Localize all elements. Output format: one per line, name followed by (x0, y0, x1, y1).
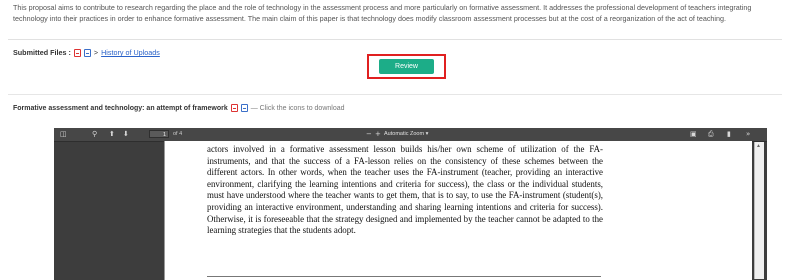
viewer-scrollbar[interactable]: ▲ (754, 142, 764, 279)
next-page-icon[interactable]: ⬇ (123, 130, 129, 139)
page-total: of 4 (173, 131, 183, 137)
pdf-file-icon[interactable] (73, 48, 81, 57)
review-highlight-box: Review (367, 54, 446, 79)
breadcrumb-separator: > (93, 48, 99, 57)
page-number-input[interactable]: 1 (149, 130, 169, 138)
page-footnote-rule (207, 276, 601, 277)
tools-icon[interactable]: » (746, 130, 750, 139)
attachment-row: Formative assessment and technology: an … (13, 104, 345, 112)
review-button[interactable]: Review (379, 59, 434, 74)
scroll-up-icon[interactable]: ▲ (756, 143, 761, 149)
viewer-toolbar: ◫ ⚲ ⬆ ⬇ 1 of 4 − + Automatic Zoom ▾ ▣ ⎙ … (54, 128, 767, 142)
presentation-mode-icon[interactable]: ▣ (690, 130, 697, 139)
pdf-page-text: actors involved in a formative assessmen… (207, 144, 603, 236)
sidebar-toggle-icon[interactable]: ◫ (60, 130, 67, 139)
zoom-select[interactable]: Automatic Zoom ▾ (384, 131, 428, 137)
attachment-title: Formative assessment and technology: an … (13, 104, 228, 112)
zoom-out-button[interactable]: − (366, 130, 372, 139)
doc-download-icon[interactable] (240, 104, 248, 112)
previous-page-icon[interactable]: ⬆ (109, 130, 115, 139)
zoom-select-label: Automatic Zoom (384, 131, 425, 137)
submitted-files-label: Submitted Files : (13, 48, 71, 57)
download-hint: — Click the icons to download (250, 104, 345, 112)
submitted-files-row: Submitted Files : > History of Uploads (13, 48, 160, 57)
zoom-in-button[interactable]: + (375, 130, 381, 139)
abstract-text: This proposal aims to contribute to rese… (13, 3, 752, 23)
pdf-download-icon[interactable] (230, 104, 238, 112)
doc-file-icon[interactable] (83, 48, 91, 57)
pdf-page: actors involved in a formative assessmen… (164, 141, 752, 280)
divider (8, 39, 782, 40)
pdf-viewer: ◫ ⚲ ⬆ ⬇ 1 of 4 − + Automatic Zoom ▾ ▣ ⎙ … (54, 128, 767, 280)
divider (8, 94, 782, 95)
history-of-uploads-link[interactable]: History of Uploads (101, 48, 160, 57)
print-icon[interactable]: ⎙ (708, 130, 714, 139)
search-icon[interactable]: ⚲ (92, 130, 97, 139)
bookmark-icon[interactable]: ▮ (727, 130, 731, 139)
